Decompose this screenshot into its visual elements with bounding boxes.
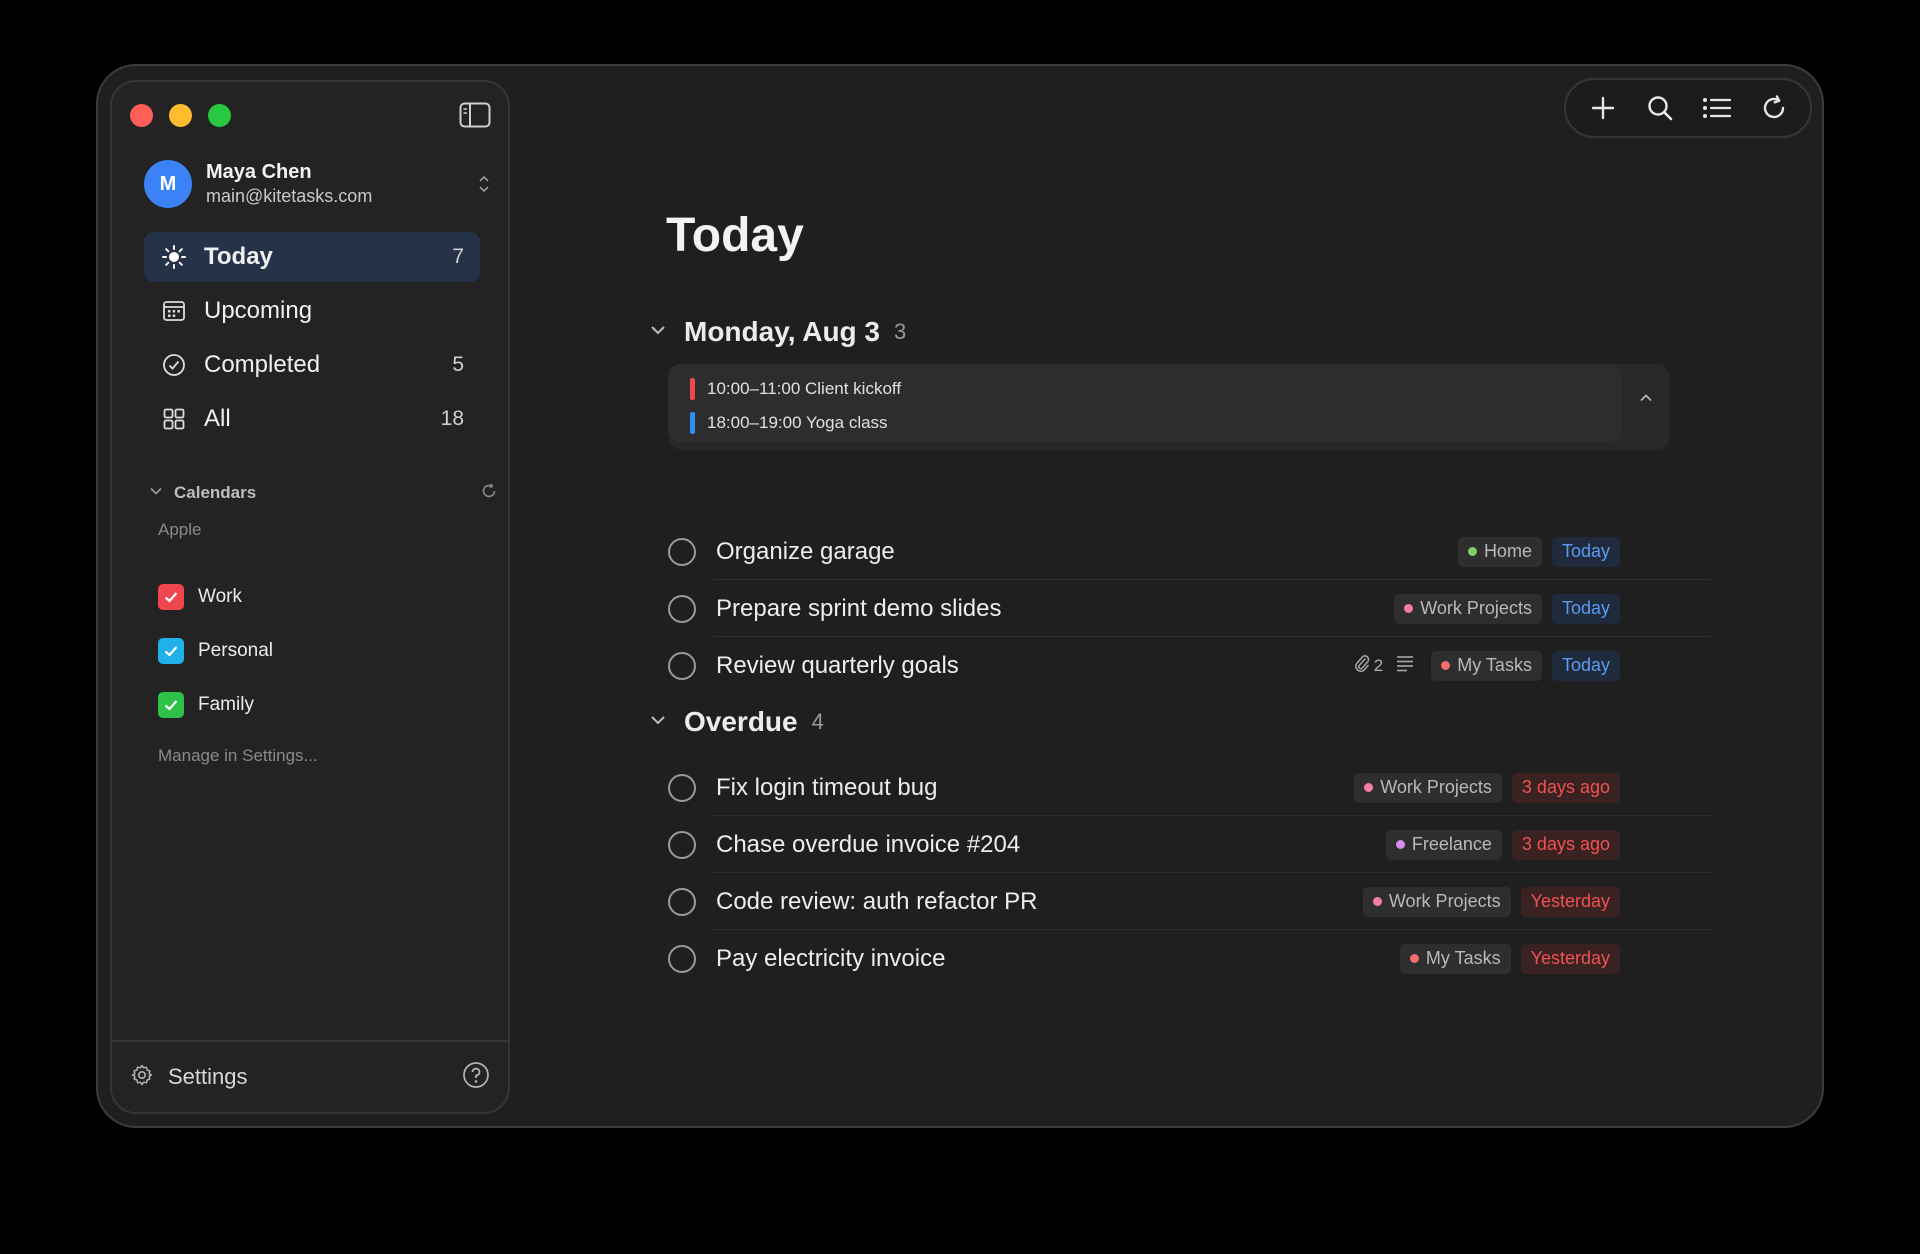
paperclip-icon — [1354, 653, 1370, 678]
calendar-event[interactable]: 18:00–19:00 Yoga class — [690, 408, 1600, 438]
task-row[interactable]: Code review: auth refactor PR Work Proje… — [668, 873, 1710, 930]
tag-dot — [1409, 954, 1419, 963]
task-checkbox[interactable] — [668, 944, 696, 973]
notes-icon — [1395, 654, 1415, 677]
main-content: Today Monday, Aug 3 3 10:00–11:00 Client… — [98, 66, 1822, 1126]
event-text: 18:00–19:00 Yoga class — [707, 413, 888, 432]
tag-label: My Tasks — [1425, 948, 1501, 968]
task-row[interactable]: Review quarterly goals 2 My Tasks Today — [668, 637, 1710, 694]
task-checkbox[interactable] — [668, 537, 696, 566]
section-count: 3 — [894, 319, 907, 344]
task-row[interactable]: Pay electricity invoice My Tasks Yesterd… — [668, 930, 1710, 987]
due-date-badge[interactable]: 3 days ago — [1511, 829, 1620, 860]
task-title: Review quarterly goals — [716, 651, 959, 679]
task-title: Prepare sprint demo slides — [716, 594, 1002, 622]
task-checkbox[interactable] — [668, 651, 696, 680]
section-header-monday[interactable]: Monday, Aug 3 3 — [648, 316, 906, 348]
task-title: Pay electricity invoice — [716, 944, 946, 972]
task-title: Chase overdue invoice #204 — [716, 830, 1021, 858]
tag-dot — [1364, 783, 1374, 792]
tag-label: Home — [1483, 541, 1532, 561]
chevron-down-icon — [648, 320, 668, 345]
event-color-bar — [690, 378, 695, 400]
task-row[interactable]: Chase overdue invoice #204 Freelance 3 d… — [668, 816, 1710, 873]
list-tag[interactable]: Freelance — [1385, 829, 1502, 860]
tag-dot — [1372, 897, 1382, 906]
list-tag[interactable]: Work Projects — [1354, 772, 1502, 803]
page-title: Today — [666, 209, 804, 262]
list-tag[interactable]: My Tasks — [1399, 943, 1511, 974]
task-row[interactable]: Organize garage Home Today — [668, 523, 1710, 580]
due-date-badge[interactable]: 3 days ago — [1511, 772, 1620, 803]
tag-label: My Tasks — [1457, 655, 1532, 675]
tag-dot — [1441, 661, 1451, 670]
task-title: Organize garage — [716, 537, 895, 565]
calendar-event[interactable]: 10:00–11:00 Client kickoff — [690, 374, 1600, 404]
task-row[interactable]: Prepare sprint demo slides Work Projects… — [668, 580, 1710, 637]
list-tag[interactable]: Work Projects — [1362, 886, 1511, 917]
tag-label: Work Projects — [1420, 598, 1532, 618]
task-checkbox[interactable] — [668, 773, 696, 802]
task-checkbox[interactable] — [668, 594, 696, 623]
event-color-bar — [690, 412, 695, 434]
task-extras: 2 — [1354, 653, 1415, 678]
due-date-badge[interactable]: Today — [1551, 536, 1620, 567]
chevron-down-icon — [648, 710, 668, 735]
task-checkbox[interactable] — [668, 830, 696, 859]
due-date-badge[interactable]: Yesterday — [1520, 943, 1620, 974]
tag-dot — [1404, 604, 1414, 613]
tag-dot — [1467, 547, 1477, 556]
calendar-events-panel: 10:00–11:00 Client kickoff 18:00–19:00 Y… — [668, 364, 1670, 450]
task-row[interactable]: Fix login timeout bug Work Projects 3 da… — [668, 759, 1710, 816]
tag-label: Freelance — [1411, 834, 1492, 854]
due-date-badge[interactable]: Today — [1551, 593, 1620, 624]
tag-label: Work Projects — [1380, 777, 1492, 797]
event-text: 10:00–11:00 Client kickoff — [707, 379, 902, 398]
section-header-overdue[interactable]: Overdue 4 — [648, 706, 824, 738]
section-count: 4 — [811, 709, 824, 734]
due-date-badge[interactable]: Today — [1551, 650, 1620, 681]
list-tag[interactable]: My Tasks — [1431, 650, 1542, 681]
section-title: Monday, Aug 3 — [684, 316, 880, 347]
task-title: Fix login timeout bug — [716, 773, 938, 801]
list-tag[interactable]: Home — [1457, 536, 1542, 567]
task-checkbox[interactable] — [668, 887, 696, 916]
event-list: 10:00–11:00 Client kickoff 18:00–19:00 Y… — [668, 364, 1622, 442]
chevron-up-icon[interactable] — [1634, 386, 1658, 410]
due-date-badge[interactable]: Yesterday — [1520, 886, 1620, 917]
attachment-count: 2 — [1373, 655, 1384, 675]
tag-dot — [1395, 840, 1405, 849]
tag-label: Work Projects — [1388, 891, 1501, 911]
task-title: Code review: auth refactor PR — [716, 887, 1038, 915]
section-title: Overdue — [684, 706, 798, 737]
list-tag[interactable]: Work Projects — [1394, 593, 1542, 624]
app-window: M Maya Chen main@kitetasks.com Today 7 U… — [96, 64, 1824, 1128]
